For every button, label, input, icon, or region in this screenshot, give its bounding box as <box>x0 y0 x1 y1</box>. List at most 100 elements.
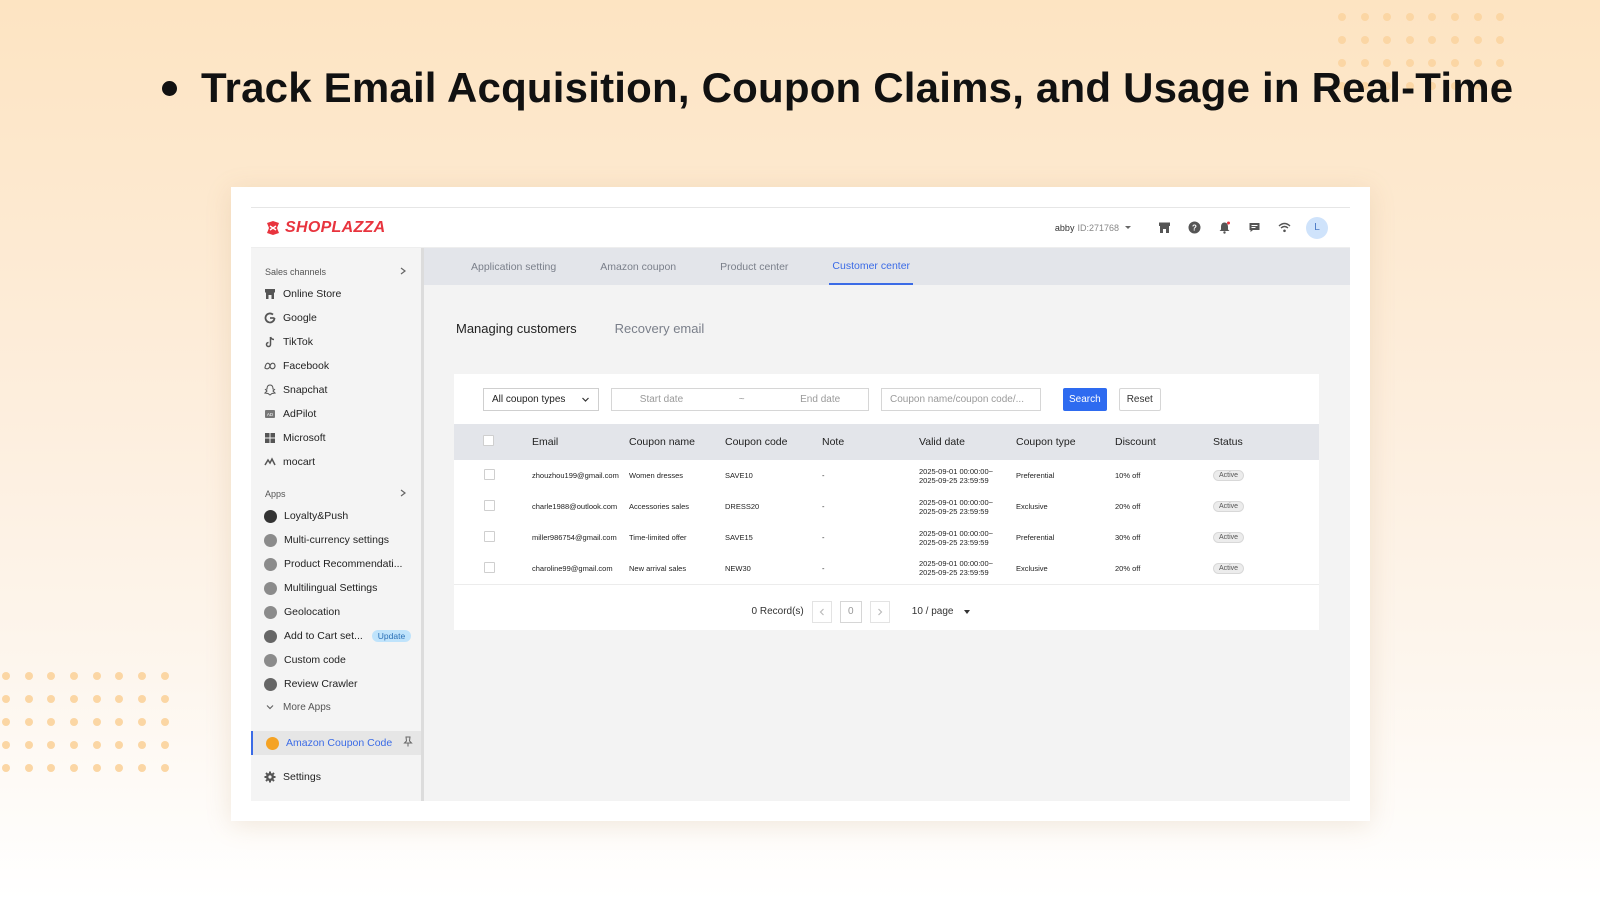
sidebar-item-custom-code[interactable]: Custom code <box>251 648 421 672</box>
chevron-right-icon <box>399 489 407 499</box>
reset-button[interactable]: Reset <box>1118 387 1161 411</box>
next-page-button[interactable] <box>869 600 890 623</box>
sidebar-item-multi-currency[interactable]: Multi-currency settings <box>251 528 421 552</box>
current-page[interactable]: 0 <box>839 600 862 623</box>
decorative-dot <box>47 741 56 749</box>
table-row[interactable]: charle1988@outlook.com Accessories sales… <box>454 491 1319 522</box>
subtab-recovery-email[interactable]: Recovery email <box>615 321 705 336</box>
more-apps-toggle[interactable]: More Apps <box>251 696 421 718</box>
bell-icon[interactable] <box>1216 220 1232 236</box>
help-icon[interactable]: ? <box>1186 220 1202 236</box>
column-header-note[interactable]: Note <box>822 424 919 460</box>
row-checkbox[interactable] <box>484 531 495 542</box>
end-date-field[interactable]: End date <box>800 394 840 405</box>
table-row[interactable]: charoline99@gmail.com New arrival sales … <box>454 553 1319 585</box>
cell-coupon-code: DRESS20 <box>725 502 760 511</box>
decorative-dot <box>92 695 101 703</box>
sidebar-item-review-crawler[interactable]: Review Crawler <box>251 672 421 696</box>
apps-section[interactable]: Apps <box>251 484 421 504</box>
sidebar-item-label: Online Store <box>283 288 342 300</box>
tab-product-center[interactable]: Product center <box>717 248 791 285</box>
meta-icon <box>264 360 276 372</box>
sidebar-item-microsoft[interactable]: Microsoft <box>251 426 421 450</box>
decorative-dot <box>138 718 147 726</box>
column-header-coupon-code[interactable]: Coupon code <box>725 424 822 460</box>
decorative-dot <box>24 672 33 680</box>
decorative-dot <box>47 695 56 703</box>
cell-note: - <box>822 533 825 542</box>
sidebar-item-multilingual[interactable]: Multilingual Settings <box>251 576 421 600</box>
pin-icon[interactable] <box>403 736 413 750</box>
tab-application-setting[interactable]: Application setting <box>468 248 559 285</box>
brand-logo[interactable]: SHOPLAZZA <box>265 219 385 237</box>
tab-amazon-coupon[interactable]: Amazon coupon <box>597 248 679 285</box>
sidebar-item-product-recommendation[interactable]: Product Recommendati... <box>251 552 421 576</box>
search-input[interactable] <box>881 387 1041 411</box>
table-row[interactable]: zhouzhou199@gmail.com Women dresses SAVE… <box>454 460 1319 491</box>
sidebar-item-google[interactable]: Google <box>251 306 421 330</box>
valid-from: 2025-09-01 00:00:00~ <box>919 528 994 538</box>
decorative-dot <box>1383 13 1392 21</box>
select-all-checkbox[interactable] <box>483 435 494 446</box>
sidebar-item-tiktok[interactable]: TikTok <box>251 330 421 354</box>
decorative-dot <box>1383 36 1392 44</box>
valid-to: 2025-09-25 23:59:59 <box>919 475 989 485</box>
start-date-field[interactable]: Start date <box>640 394 683 405</box>
tab-customer-center[interactable]: Customer center <box>829 248 914 285</box>
decorative-dot <box>70 718 79 726</box>
cell-email: miller986754@gmail.com <box>532 533 617 542</box>
row-checkbox[interactable] <box>484 561 495 573</box>
decorative-dot <box>1405 36 1414 44</box>
subtab-managing-customers[interactable]: Managing customers <box>456 321 577 336</box>
sidebar: Sales channels Online Store Google TikTo… <box>251 248 424 801</box>
column-header-coupon-name[interactable]: Coupon name <box>629 424 725 460</box>
store-icon[interactable] <box>1156 220 1172 236</box>
decorative-dot <box>47 718 56 726</box>
sidebar-item-settings[interactable]: Settings <box>251 765 421 789</box>
decorative-dot <box>1473 36 1482 44</box>
coupon-type-select[interactable]: All coupon types <box>483 387 599 411</box>
cell-valid-date: 2025-09-01 00:00:00~ 2025-09-25 23:59:59 <box>919 553 1016 585</box>
search-button[interactable]: Search <box>1063 387 1107 411</box>
column-header-email[interactable]: Email <box>532 424 629 460</box>
decorative-dot <box>1405 13 1414 21</box>
sidebar-item-mocart[interactable]: mocart <box>251 450 421 474</box>
column-header-coupon-type[interactable]: Coupon type <box>1016 424 1115 460</box>
page-size-select[interactable]: 10 / page <box>912 606 972 617</box>
sidebar-item-snapchat[interactable]: Snapchat <box>251 378 421 402</box>
decorative-dot <box>92 764 101 772</box>
sidebar-item-adpilot[interactable]: AD AdPilot <box>251 402 421 426</box>
sidebar-item-add-to-cart[interactable]: Add to Cart set... Update <box>251 624 421 648</box>
date-range-picker[interactable]: Start date ~ End date <box>611 387 869 411</box>
avatar[interactable]: L <box>1306 216 1328 239</box>
message-icon[interactable] <box>1246 220 1262 236</box>
column-header-valid-date[interactable]: Valid date <box>919 424 1016 460</box>
decorative-dot <box>70 741 79 749</box>
table-row[interactable]: miller986754@gmail.com Time-limited offe… <box>454 522 1319 553</box>
cell-coupon-name: Women dresses <box>629 471 684 480</box>
sidebar-item-amazon-coupon-code[interactable]: Amazon Coupon Code <box>251 731 421 755</box>
row-checkbox[interactable] <box>484 469 495 480</box>
top-bar: SHOPLAZZA abby ID:271768 ? L <box>251 208 1350 248</box>
prev-page-button[interactable] <box>811 600 832 623</box>
wifi-icon[interactable] <box>1276 220 1292 236</box>
sidebar-item-facebook[interactable]: Facebook <box>251 354 421 378</box>
sidebar-item-loyalty-push[interactable]: Loyalty&Push <box>251 504 421 528</box>
cell-email: charoline99@gmail.com <box>532 553 629 585</box>
decorative-dot <box>1496 36 1505 44</box>
sidebar-item-online-store[interactable]: Online Store <box>251 282 421 306</box>
row-checkbox[interactable] <box>484 500 495 511</box>
column-header-discount[interactable]: Discount <box>1115 424 1213 460</box>
date-separator: ~ <box>738 393 745 405</box>
cell-coupon-name: Time-limited offer <box>629 533 687 542</box>
sidebar-item-label: Snapchat <box>283 384 328 396</box>
customers-card: All coupon types Start date ~ End date S… <box>454 374 1319 630</box>
sidebar-item-geolocation[interactable]: Geolocation <box>251 600 421 624</box>
account-switcher[interactable]: abby ID:271768 <box>1055 223 1134 233</box>
gear-icon <box>264 771 276 783</box>
decorative-dot <box>1360 36 1369 44</box>
column-header-status[interactable]: Status <box>1213 424 1319 460</box>
decorative-dot <box>138 672 147 680</box>
sales-channels-section[interactable]: Sales channels <box>251 262 421 282</box>
valid-to: 2025-09-25 23:59:59 <box>919 537 989 547</box>
